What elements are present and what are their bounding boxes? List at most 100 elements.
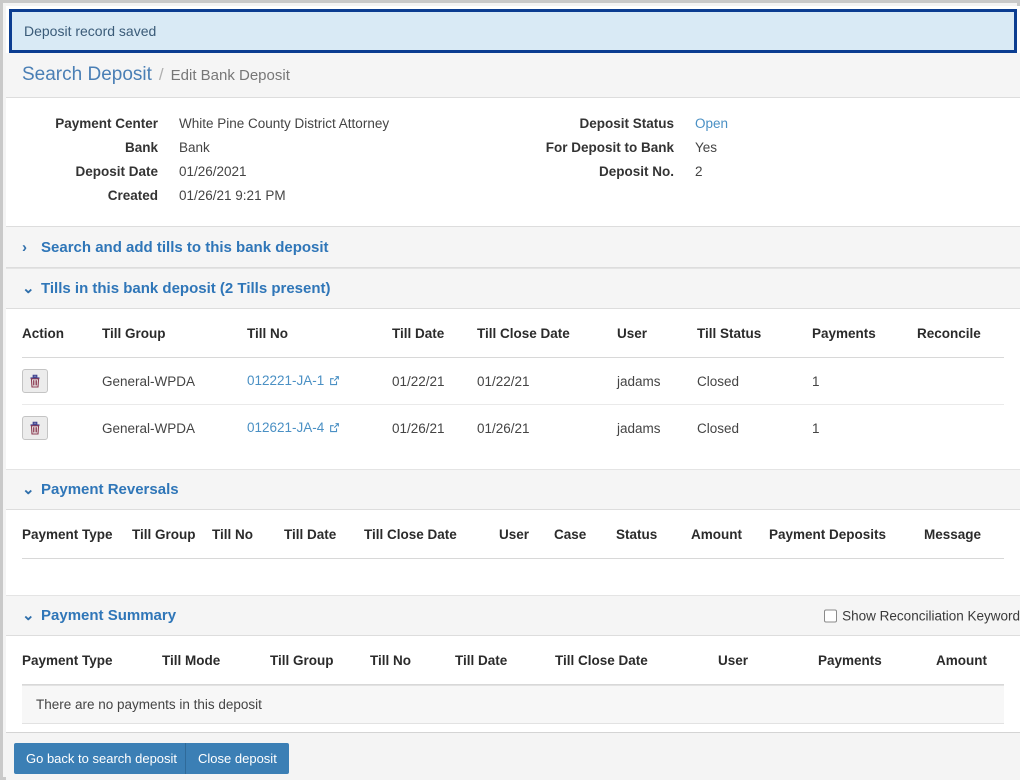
section-header-tills-in-deposit[interactable]: ⌄ Tills in this bank deposit (2 Tills pr… (6, 268, 1020, 309)
summary-label: Deposit No. (598, 164, 674, 179)
column-header-action: Action (22, 309, 102, 358)
payment-summary-table: Payment Type Till Mode Till Group Till N… (22, 636, 1004, 685)
column-header-till-group: Till Group (102, 309, 247, 358)
column-header-till-status: Till Status (697, 309, 812, 358)
summary-column-left: Payment Center White Pine County Distric… (6, 112, 513, 208)
delete-till-button[interactable] (22, 416, 48, 440)
breadcrumb: Search Deposit / Edit Bank Deposit (6, 53, 1020, 98)
column-header-till-no: Till No (247, 309, 392, 358)
show-reconciliation-keyword-toggle[interactable]: Show Reconciliation Keyword (824, 608, 1020, 623)
column-header-payments: Payments (812, 309, 917, 358)
cell-payments: 1 (812, 357, 917, 405)
alert-message: Deposit record saved (24, 23, 157, 39)
column-header-status: Status (616, 510, 691, 559)
summary-label: Bank (124, 140, 158, 155)
cell-reconcile (917, 357, 1004, 405)
summary-field-deposit-date: Deposit Date 01/26/2021 (6, 160, 513, 183)
column-header-amount: Amount (691, 510, 769, 559)
cell-till-date: 01/26/21 (392, 420, 445, 436)
tills-table-head: Action Till Group Till No Till Date Till… (22, 309, 1004, 358)
cell-till-group: General-WPDA (102, 357, 247, 405)
summary-column-right: Deposit Status Open For Deposit to Bank … (513, 112, 1020, 208)
column-header-till-mode: Till Mode (162, 636, 270, 685)
chevron-down-icon: ⌄ (22, 280, 35, 297)
column-header-till-close-date: Till Close Date (477, 309, 617, 358)
column-header-payment-deposits: Payment Deposits (769, 510, 924, 559)
summary-label: Deposit Date (75, 164, 158, 179)
page-content: Deposit record saved Search Deposit / Ed… (6, 6, 1020, 780)
section-header-search-add-tills[interactable]: › Search and add tills to this bank depo… (6, 227, 1020, 268)
cell-action (22, 357, 102, 405)
external-link-icon[interactable] (329, 421, 340, 436)
summary-label: Deposit Status (579, 116, 674, 131)
cell-payments: 1 (812, 420, 820, 436)
cell-till-status: Closed (697, 357, 812, 405)
column-header-till-date: Till Date (284, 510, 364, 559)
footer-actions: Go back to search deposit Close deposit (6, 732, 1020, 780)
checkbox-icon[interactable] (824, 609, 838, 622)
tills-header-row: Action Till Group Till No Till Date Till… (22, 309, 1004, 358)
section-header-payment-summary[interactable]: ⌄ Payment Summary Show Reconciliation Ke… (6, 595, 1020, 636)
summary-value: Bank (179, 140, 210, 155)
summary-field-deposit-status: Deposit Status Open (513, 112, 1020, 135)
tills-table-body: General-WPDA 012221-JA-1 01/22/21 01/22/… (22, 357, 1004, 452)
chevron-down-icon: ⌄ (22, 607, 35, 624)
cell-reconcile (917, 405, 1004, 452)
summary-value: 2 (695, 164, 703, 179)
breadcrumb-current-page: Edit Bank Deposit (170, 66, 290, 84)
till-no-link[interactable]: 012621-JA-4 (247, 420, 324, 435)
cell-till-close-date: 01/22/21 (477, 357, 617, 405)
trash-icon (30, 421, 40, 435)
summary-value: 01/26/2021 (179, 164, 247, 179)
column-header-till-date: Till Date (455, 636, 555, 685)
summary-value-status-link[interactable]: Open (674, 112, 728, 135)
summary-field-payment-center: Payment Center White Pine County Distric… (6, 112, 513, 135)
summary-value: 01/26/21 9:21 PM (179, 188, 286, 203)
section-header-payment-reversals[interactable]: ⌄ Payment Reversals (6, 469, 1020, 510)
external-link-icon[interactable] (329, 374, 340, 389)
column-header-till-close-date: Till Close Date (364, 510, 499, 559)
summary-field-for-deposit-to-bank: For Deposit to Bank Yes (513, 136, 1020, 159)
application-window: Deposit record saved Search Deposit / Ed… (0, 0, 1020, 780)
breadcrumb-separator: / (158, 65, 164, 84)
trash-icon (30, 374, 40, 388)
column-header-payment-type: Payment Type (22, 636, 162, 685)
cell-user: jadams (617, 357, 697, 405)
chevron-right-icon: › (22, 238, 27, 256)
till-no-link[interactable]: 012221-JA-1 (247, 373, 324, 388)
column-header-user: User (499, 510, 554, 559)
tills-table-bottom-spacer (22, 451, 1004, 469)
tills-table-container: Action Till Group Till No Till Date Till… (6, 309, 1020, 469)
section-title: Payment Reversals (41, 481, 179, 498)
payment-summary-header-row: Payment Type Till Mode Till Group Till N… (22, 636, 1004, 685)
column-header-till-group: Till Group (270, 636, 370, 685)
summary-field-bank: Bank Bank (6, 136, 513, 159)
delete-till-button[interactable] (22, 369, 48, 393)
cell-till-no: 012221-JA-1 (247, 357, 392, 405)
column-header-reconcile: Reconcile (917, 309, 1004, 358)
section-title: Payment Summary (41, 607, 177, 624)
summary-label: Created (107, 188, 158, 203)
section-title: Tills in this bank deposit (2 Tills pres… (41, 280, 331, 297)
summary-label: For Deposit to Bank (545, 140, 674, 155)
column-header-till-no: Till No (370, 636, 455, 685)
payment-reversals-header-row: Payment Type Till Group Till No Till Dat… (22, 510, 1004, 559)
breadcrumb-link-search-deposit[interactable]: Search Deposit (22, 64, 152, 86)
payment-reversals-table: Payment Type Till Group Till No Till Dat… (22, 510, 1004, 559)
chevron-down-icon: ⌄ (22, 481, 35, 498)
payment-summary-table-head: Payment Type Till Mode Till Group Till N… (22, 636, 1004, 685)
cell-till-status: Closed (697, 420, 740, 436)
payment-reversals-empty-spacer (22, 559, 1004, 595)
cell-till-no: 012621-JA-4 (247, 405, 392, 452)
summary-field-created: Created 01/26/21 9:21 PM (6, 184, 513, 207)
summary-label: Payment Center (55, 116, 158, 131)
cell-till-close-date: 01/26/21 (477, 420, 530, 436)
cell-till-group: General-WPDA (102, 420, 196, 436)
summary-field-deposit-no: Deposit No. 2 (513, 160, 1020, 183)
go-back-to-search-deposit-button[interactable]: Go back to search deposit (14, 743, 190, 774)
table-row: General-WPDA 012621-JA-4 01/26/21 01/26/… (22, 405, 1004, 452)
close-deposit-button[interactable]: Close deposit (185, 743, 289, 774)
cell-till-date: 01/22/21 (392, 357, 477, 405)
tills-table: Action Till Group Till No Till Date Till… (22, 309, 1004, 451)
column-header-till-date: Till Date (392, 309, 477, 358)
